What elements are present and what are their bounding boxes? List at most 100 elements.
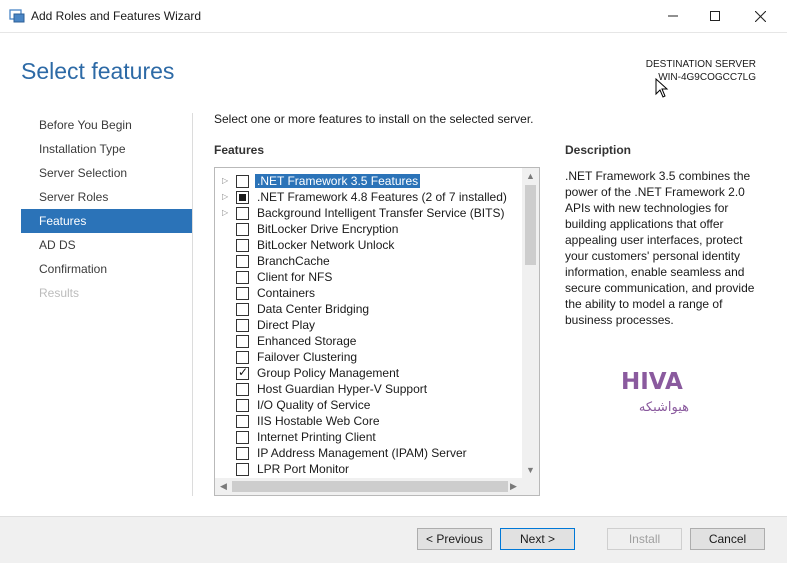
feature-checkbox[interactable] — [236, 431, 249, 444]
feature-row[interactable]: Containers — [215, 285, 522, 301]
feature-label[interactable]: BranchCache — [257, 254, 330, 268]
feature-row[interactable]: IP Address Management (IPAM) Server — [215, 445, 522, 461]
expand-arrow-icon[interactable]: ▷ — [222, 208, 231, 218]
horizontal-scrollbar[interactable]: ◀ ▶ — [215, 478, 539, 495]
feature-label[interactable]: .NET Framework 4.8 Features (2 of 7 inst… — [257, 190, 507, 204]
nav-item-before-you-begin[interactable]: Before You Begin — [21, 113, 192, 137]
feature-label[interactable]: Containers — [257, 286, 315, 300]
scroll-right-icon[interactable]: ▶ — [505, 478, 522, 495]
install-button: Install — [607, 528, 682, 550]
feature-label[interactable]: Internet Printing Client — [257, 430, 376, 444]
logo-persian: هیواشبکه — [639, 400, 689, 415]
feature-checkbox[interactable] — [236, 271, 249, 284]
feature-checkbox[interactable] — [236, 239, 249, 252]
nav-item-ad-ds[interactable]: AD DS — [21, 233, 192, 257]
feature-label[interactable]: BitLocker Drive Encryption — [257, 222, 398, 236]
nav-item-installation-type[interactable]: Installation Type — [21, 137, 192, 161]
feature-row[interactable]: ▷ Background Intelligent Transfer Service… — [215, 205, 522, 221]
feature-label[interactable]: Direct Play — [257, 318, 315, 332]
maximize-button[interactable] — [692, 0, 738, 32]
feature-label[interactable]: Enhanced Storage — [257, 334, 356, 348]
scroll-down-icon[interactable]: ▼ — [522, 462, 539, 479]
nav-item-server-roles[interactable]: Server Roles — [21, 185, 192, 209]
feature-checkbox[interactable] — [236, 175, 249, 188]
feature-row[interactable]: BitLocker Drive Encryption — [215, 221, 522, 237]
feature-checkbox[interactable] — [236, 415, 249, 428]
title-bar: Add Roles and Features Wizard — [0, 0, 787, 33]
features-list[interactable]: ▷ .NET Framework 3.5 Features ▷ .NET Framew… — [214, 167, 540, 496]
previous-button[interactable]: < Previous — [417, 528, 492, 550]
feature-row[interactable]: Direct Play — [215, 317, 522, 333]
feature-checkbox[interactable] — [236, 383, 249, 396]
feature-row[interactable]: Data Center Bridging — [215, 301, 522, 317]
feature-row[interactable]: Group Policy Management — [215, 365, 522, 381]
horizontal-scroll-thumb[interactable] — [232, 481, 508, 492]
feature-row[interactable]: I/O Quality of Service — [215, 397, 522, 413]
server-manager-icon — [9, 9, 25, 23]
feature-label[interactable]: Group Policy Management — [257, 366, 399, 380]
feature-label[interactable]: Background Intelligent Transfer Service … — [257, 206, 504, 220]
instruction-text: Select one or more features to install o… — [214, 112, 534, 126]
window-title: Add Roles and Features Wizard — [31, 9, 202, 23]
features-list-items: ▷ .NET Framework 3.5 Features ▷ .NET Framew… — [215, 173, 522, 477]
nav-item-features[interactable]: Features — [21, 209, 192, 233]
hiva-logo: HIVA هیواشبکه — [621, 369, 689, 415]
feature-row[interactable]: IIS Hostable Web Core — [215, 413, 522, 429]
description-heading: Description — [565, 143, 632, 157]
feature-checkbox[interactable] — [236, 335, 249, 348]
feature-checkbox[interactable] — [236, 319, 249, 332]
feature-row[interactable]: Client for NFS — [215, 269, 522, 285]
vertical-scroll-thumb[interactable] — [525, 185, 536, 265]
feature-label[interactable]: .NET Framework 3.5 Features — [255, 174, 421, 188]
feature-label[interactable]: Client for NFS — [257, 270, 332, 284]
scroll-up-icon[interactable]: ▲ — [522, 168, 539, 185]
feature-row[interactable]: ▷ .NET Framework 3.5 Features — [215, 173, 522, 189]
feature-checkbox[interactable] — [236, 207, 249, 220]
feature-row[interactable]: ▷ .NET Framework 4.8 Features (2 of 7 ins… — [215, 189, 522, 205]
feature-label[interactable]: IIS Hostable Web Core — [257, 414, 380, 428]
feature-row[interactable]: Failover Clustering — [215, 349, 522, 365]
feature-row[interactable]: LPR Port Monitor — [215, 461, 522, 477]
feature-row[interactable]: BitLocker Network Unlock — [215, 237, 522, 253]
feature-label[interactable]: BitLocker Network Unlock — [257, 238, 394, 252]
feature-checkbox[interactable] — [236, 399, 249, 412]
feature-label[interactable]: Failover Clustering — [257, 350, 357, 364]
nav-divider — [192, 113, 193, 496]
feature-checkbox[interactable] — [236, 191, 249, 204]
cancel-button[interactable]: Cancel — [690, 528, 765, 550]
logo-latin: HIVA — [621, 369, 683, 395]
nav-item-server-selection[interactable]: Server Selection — [21, 161, 192, 185]
nav-item-confirmation[interactable]: Confirmation — [21, 257, 192, 281]
feature-checkbox[interactable] — [236, 255, 249, 268]
feature-checkbox[interactable] — [236, 303, 249, 316]
feature-checkbox[interactable] — [236, 365, 249, 380]
feature-label[interactable]: IP Address Management (IPAM) Server — [257, 446, 467, 460]
page-title: Select features — [21, 58, 175, 84]
close-icon — [754, 10, 766, 22]
feature-checkbox[interactable] — [236, 351, 249, 364]
minimize-button[interactable] — [650, 0, 696, 32]
destination-server-label: DESTINATION SERVER — [645, 59, 756, 70]
close-button[interactable] — [737, 0, 783, 32]
feature-checkbox[interactable] — [236, 463, 249, 476]
wizard-nav: Before You Begin Installation Type Serve… — [21, 113, 192, 305]
scroll-left-icon[interactable]: ◀ — [215, 478, 232, 495]
feature-label[interactable]: Host Guardian Hyper-V Support — [257, 382, 427, 396]
expand-arrow-icon[interactable]: ▷ — [222, 176, 231, 186]
features-heading: Features — [214, 143, 265, 157]
next-button[interactable]: Next > — [500, 528, 575, 550]
nav-item-results: Results — [39, 286, 80, 300]
feature-row[interactable]: Enhanced Storage — [215, 333, 522, 349]
feature-row[interactable]: BranchCache — [215, 253, 522, 269]
feature-label[interactable]: I/O Quality of Service — [257, 398, 370, 412]
feature-label[interactable]: LPR Port Monitor — [257, 462, 349, 476]
feature-row[interactable]: Host Guardian Hyper-V Support — [215, 381, 522, 397]
expand-arrow-icon[interactable]: ▷ — [222, 192, 231, 202]
feature-checkbox[interactable] — [236, 287, 249, 300]
feature-checkbox[interactable] — [236, 223, 249, 236]
description-text: .NET Framework 3.5 combines the power of… — [565, 169, 755, 327]
feature-row[interactable]: Internet Printing Client — [215, 429, 522, 445]
feature-checkbox[interactable] — [236, 447, 249, 460]
feature-label[interactable]: Data Center Bridging — [257, 302, 369, 316]
vertical-scrollbar[interactable]: ▲ ▼ — [522, 168, 539, 479]
